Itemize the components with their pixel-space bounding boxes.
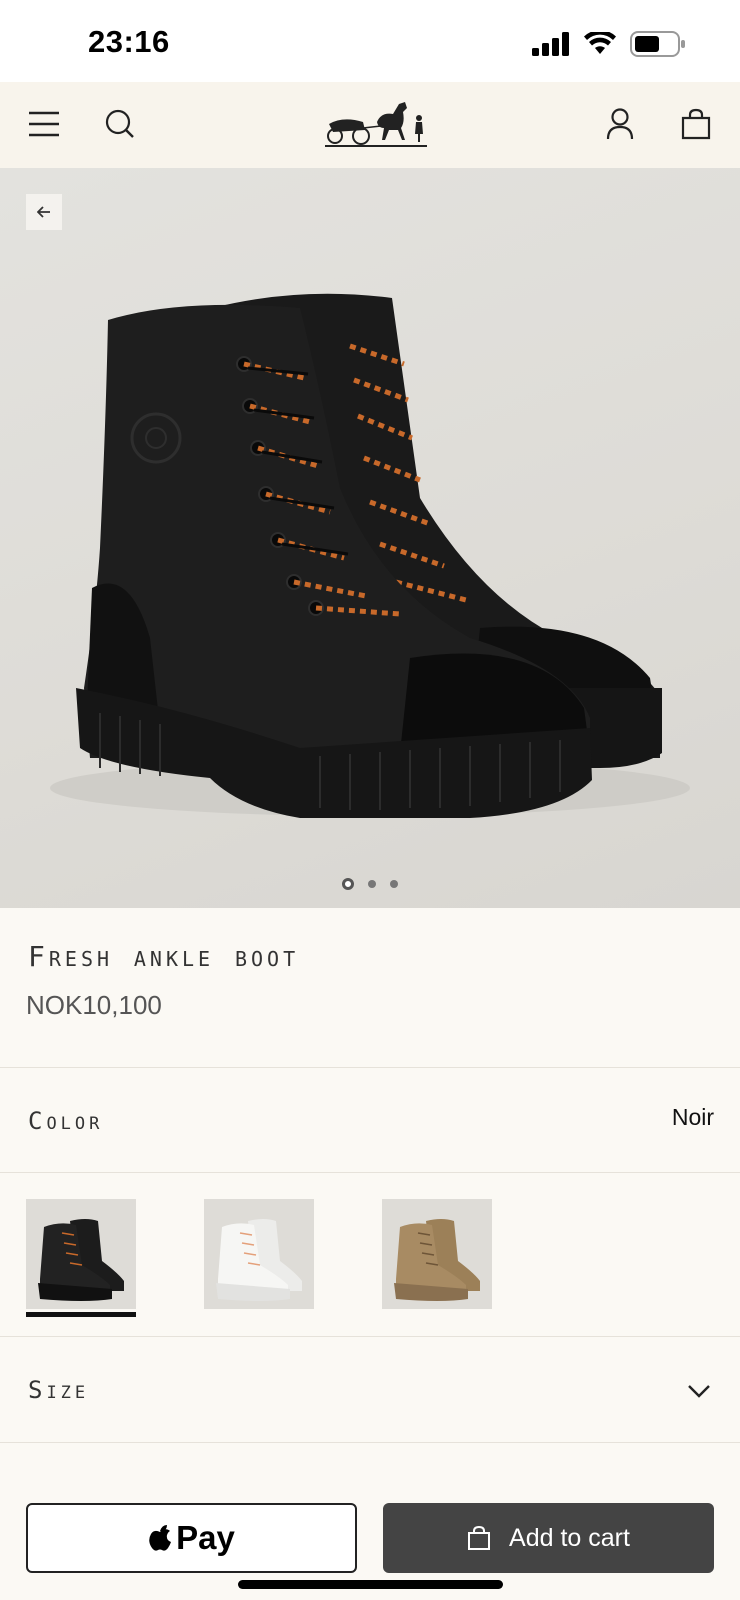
size-label[interactable]: Size: [28, 1376, 89, 1404]
product-price: NOK10,100: [26, 990, 162, 1020]
hamburger-icon[interactable]: [24, 104, 64, 144]
wifi-icon: [584, 32, 616, 54]
apple-pay-button[interactable]: Pay: [26, 1503, 357, 1573]
carousel-dot-1[interactable]: [342, 878, 354, 890]
divider: [0, 1067, 740, 1068]
selected-color-value: Noir: [671, 1104, 714, 1130]
hermes-logo[interactable]: [323, 96, 429, 154]
signal-icon: [532, 32, 569, 56]
home-indicator[interactable]: [238, 1580, 503, 1589]
color-swatch-beige[interactable]: [382, 1199, 492, 1309]
apple-pay-label: Pay: [176, 1519, 235, 1556]
add-to-cart-button[interactable]: Add to cart: [383, 1503, 714, 1573]
carousel-dot-3[interactable]: [390, 880, 398, 888]
product-image-carousel[interactable]: [0, 168, 740, 908]
color-swatch-white[interactable]: [204, 1199, 314, 1309]
carousel-indicator: [0, 878, 740, 890]
shopping-bag-icon: [468, 1525, 491, 1550]
apple-icon: [149, 1525, 172, 1551]
status-time: 23:16: [88, 24, 170, 59]
shopping-bag-icon[interactable]: [676, 104, 716, 144]
add-to-cart-label: Add to cart: [509, 1523, 630, 1552]
status-bar: 23:16: [0, 0, 740, 82]
selected-swatch-indicator: [26, 1312, 136, 1317]
divider: [0, 1172, 740, 1173]
color-label: Color: [28, 1107, 104, 1135]
product-image: [50, 293, 690, 818]
carousel-dot-2[interactable]: [368, 880, 376, 888]
site-header: [0, 82, 740, 168]
product-title: Fresh ankle boot: [28, 940, 300, 973]
user-icon[interactable]: [600, 104, 640, 144]
color-swatch-noir[interactable]: [26, 1199, 136, 1309]
chevron-down-icon[interactable]: [686, 1378, 712, 1404]
divider: [0, 1336, 740, 1337]
status-icons: [532, 28, 686, 60]
divider: [0, 1442, 740, 1443]
battery-icon: [630, 31, 685, 57]
search-icon[interactable]: [100, 104, 140, 144]
